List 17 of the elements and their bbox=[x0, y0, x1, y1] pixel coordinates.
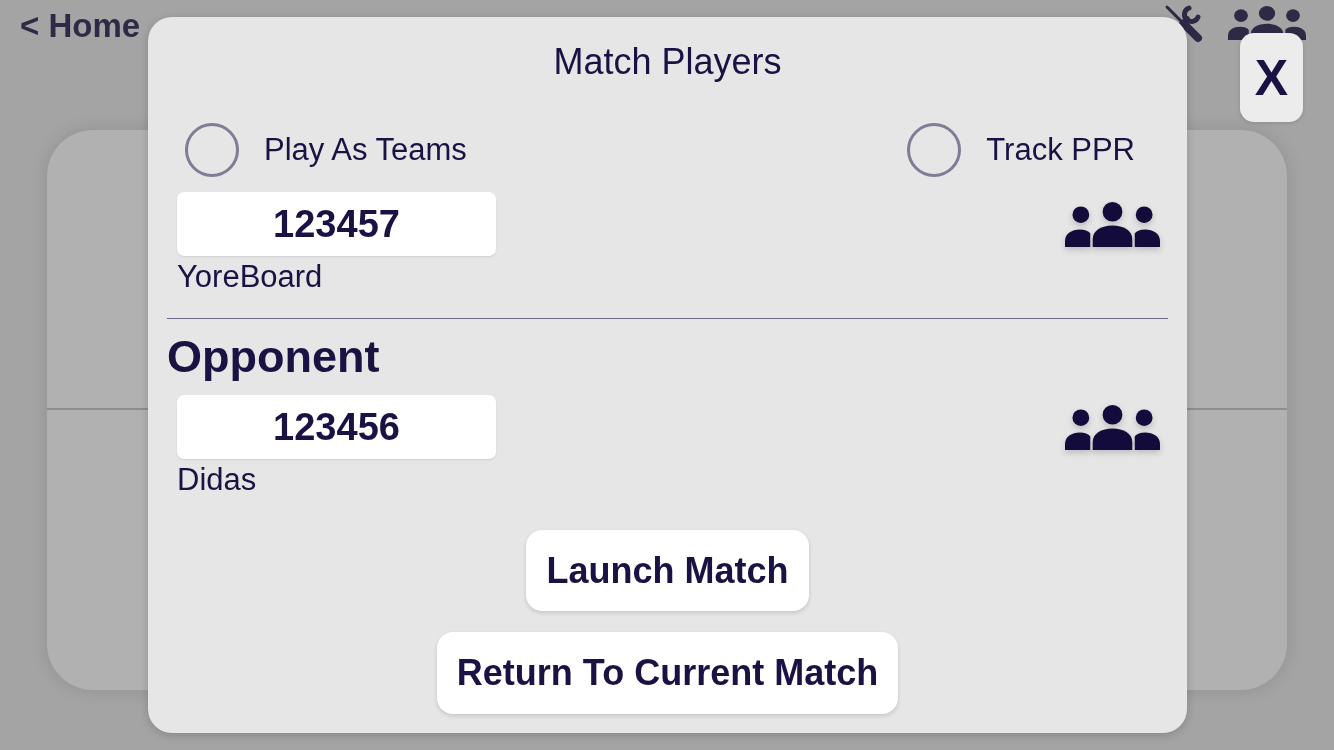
option-label: Play As Teams bbox=[264, 132, 467, 168]
group-icon[interactable] bbox=[1065, 201, 1160, 247]
player-id-field[interactable]: 123456 bbox=[177, 395, 496, 459]
return-to-match-button[interactable]: Return To Current Match bbox=[436, 632, 899, 714]
dialog-title: Match Players bbox=[553, 40, 782, 84]
close-button[interactable]: X bbox=[1240, 33, 1303, 122]
section-heading: Opponent bbox=[167, 331, 380, 383]
launch-match-button[interactable]: Launch Match bbox=[526, 530, 809, 611]
radio-button[interactable] bbox=[907, 123, 962, 177]
tools-icon[interactable] bbox=[1163, 3, 1203, 43]
back-link[interactable]: < Home bbox=[20, 7, 141, 45]
group-icon[interactable] bbox=[1065, 404, 1160, 450]
player-name: YoreBoard bbox=[177, 259, 323, 295]
radio-button[interactable] bbox=[185, 123, 239, 177]
option-label: Track PPR bbox=[986, 132, 1135, 168]
player-id-field[interactable]: 123457 bbox=[177, 192, 496, 256]
player-name: Didas bbox=[177, 462, 257, 498]
